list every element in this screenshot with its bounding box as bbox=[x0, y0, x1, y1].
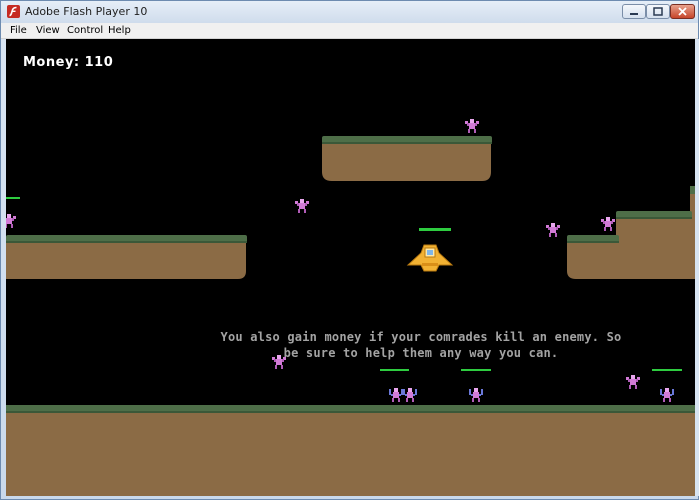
menu-view[interactable]: View bbox=[33, 24, 63, 37]
player-ship bbox=[406, 244, 454, 272]
money-counter: Money: 110 bbox=[23, 55, 114, 70]
window-title: Adobe Flash Player 10 bbox=[25, 5, 148, 18]
platform-right bbox=[567, 186, 695, 279]
enemy-sprite bbox=[626, 375, 640, 389]
enemy-sprite bbox=[601, 217, 615, 231]
comrade-health-bar bbox=[461, 369, 491, 371]
enemy-sprite bbox=[295, 199, 309, 213]
minimize-button[interactable] bbox=[622, 4, 646, 19]
flash-player-window: Adobe Flash Player 10 File View Control … bbox=[0, 0, 699, 500]
game-stage[interactable]: Money: 110 You also gain money if your c… bbox=[6, 39, 695, 496]
close-icon bbox=[678, 7, 687, 16]
tutorial-line: You also gain money if your comrades kil… bbox=[220, 330, 622, 344]
enemy-sprite bbox=[6, 214, 16, 228]
enemy-sprite bbox=[465, 119, 479, 133]
maximize-icon bbox=[653, 7, 663, 16]
maximize-button[interactable] bbox=[646, 4, 670, 19]
ground bbox=[6, 405, 695, 496]
flash-player-icon bbox=[7, 5, 20, 18]
menu-control[interactable]: Control bbox=[64, 24, 106, 37]
close-button[interactable] bbox=[670, 4, 695, 19]
menu-help[interactable]: Help bbox=[105, 24, 134, 37]
tutorial-message: You also gain money if your comrades kil… bbox=[196, 329, 646, 361]
menu-bar: File View Control Help bbox=[1, 23, 698, 39]
enemy-sprite bbox=[546, 223, 560, 237]
comrade-health-bar bbox=[6, 197, 20, 199]
comrade-sprite bbox=[389, 388, 403, 402]
comrade-health-bar bbox=[652, 369, 682, 371]
comrade-sprite bbox=[403, 388, 417, 402]
tutorial-line: be sure to help them any way you can. bbox=[283, 346, 559, 360]
comrade-sprite bbox=[660, 388, 674, 402]
game-scene bbox=[6, 119, 695, 496]
player-health-bar bbox=[419, 228, 451, 231]
platform-left bbox=[6, 235, 247, 279]
window-right-border bbox=[695, 39, 699, 496]
menu-file[interactable]: File bbox=[7, 24, 30, 37]
comrade-health-bar bbox=[380, 369, 409, 371]
comrade-sprite bbox=[469, 388, 483, 402]
minimize-icon bbox=[630, 13, 638, 15]
platform-top bbox=[322, 136, 492, 181]
title-bar[interactable]: Adobe Flash Player 10 bbox=[1, 1, 698, 23]
